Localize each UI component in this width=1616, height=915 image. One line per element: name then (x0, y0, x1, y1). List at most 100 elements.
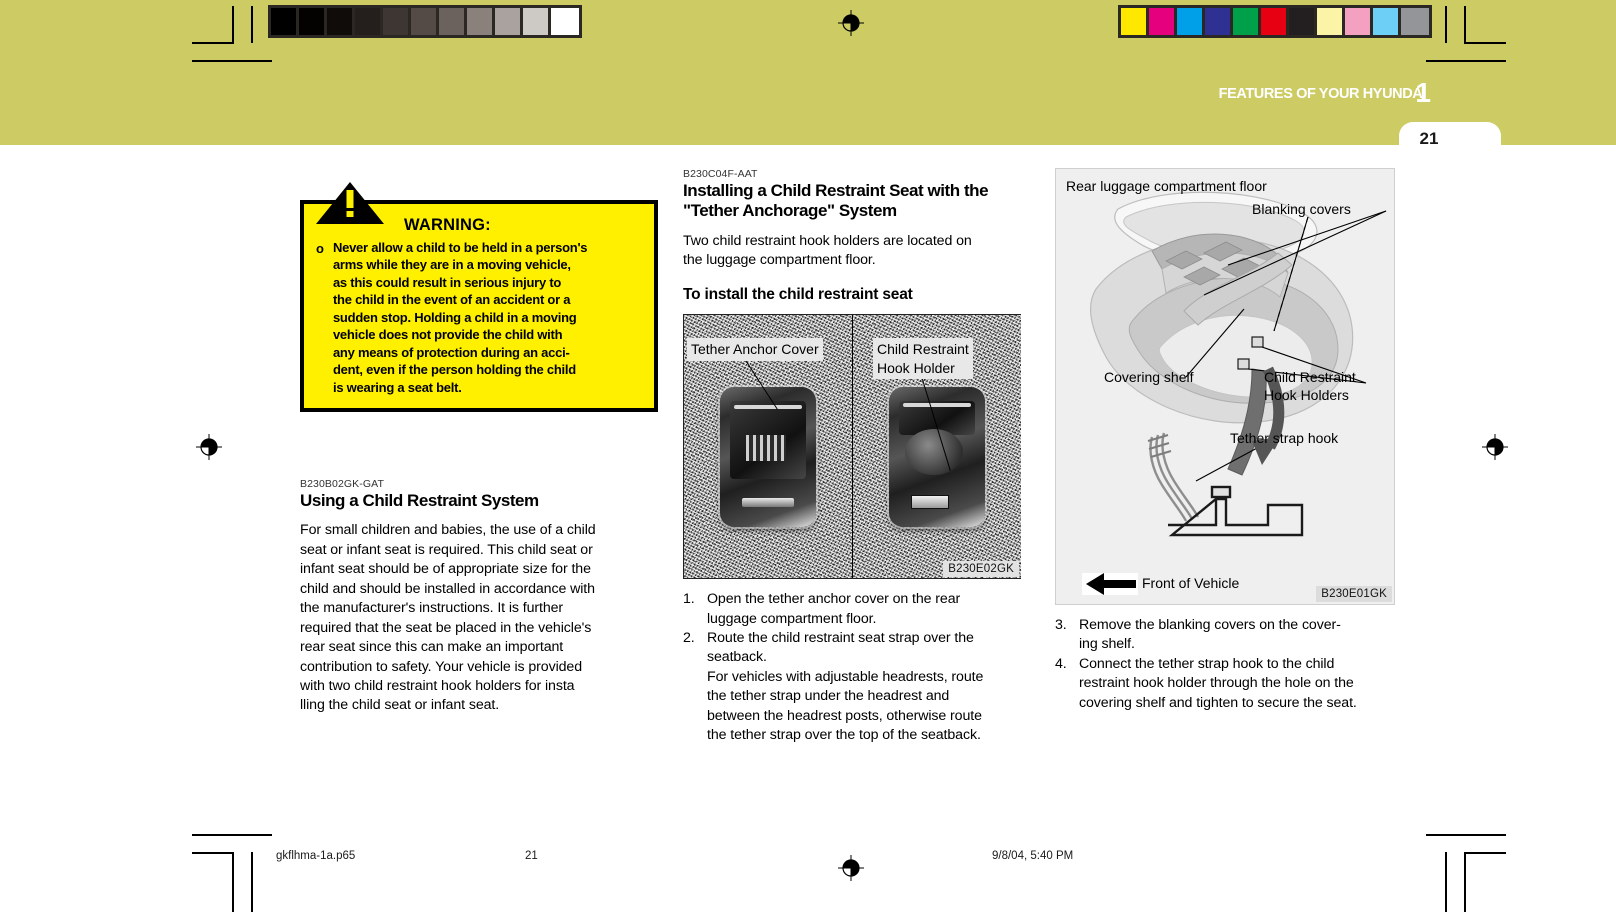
warning-line-7: any means of protection during an acci- (332, 344, 570, 360)
left-para-line-3: infant seat should be of appropriate siz… (300, 561, 591, 578)
calibration-swatch-0 (1121, 8, 1149, 35)
calibration-swatch-2 (1177, 8, 1205, 35)
right-column: Rear luggage compartment floor Blanking … (1055, 168, 1395, 713)
figure-code-b230e01gk: B230E01GK (1316, 586, 1392, 602)
photo-label-tether-anchor-cover: Tether Anchor Cover (687, 338, 823, 361)
left-para-line-8: contribution to safety. Your vehicle is … (300, 658, 583, 675)
art-label-blanking-covers: Blanking covers (1252, 201, 1351, 217)
figure-code-b230e02gk: B230E02GK (943, 561, 1019, 578)
step-item-1: 1. Open the tether anchor cover on the r… (683, 590, 1021, 629)
middle-heading-line-2: "Tether Anchorage" System (683, 201, 897, 221)
crop-mark-br-v2 (1445, 852, 1447, 912)
step-number-1: 1. (683, 591, 695, 608)
calibration-swatch-0 (271, 8, 299, 35)
photo-label-hook-holder-line-1: Child Restraint (877, 341, 969, 358)
art-label-hook-holders: Child Restraint Hook Holders (1264, 368, 1356, 404)
crop-mark-tl-v2 (251, 6, 253, 43)
grayscale-calibration-bar (268, 5, 582, 38)
calibration-swatch-5 (411, 8, 439, 35)
crop-mark-bl-h (192, 852, 234, 854)
step-number-2: 2. (683, 629, 695, 646)
warning-triangle-icon (316, 182, 384, 224)
page-tab-number: 21 (1419, 129, 1439, 148)
calibration-swatch-9 (523, 8, 551, 35)
left-para-line-10: lling the child seat or infant seat. (300, 697, 500, 714)
step-1-line-1: Open the tether anchor cover on the rear (707, 591, 961, 608)
calibration-swatch-10 (1401, 8, 1429, 35)
crop-mark-bl-v2 (251, 852, 253, 912)
luggage-compartment-diagram: Rear luggage compartment floor Blanking … (1055, 168, 1395, 605)
registration-mark-bottom (838, 855, 864, 881)
step-3-line-2: ing shelf. (1079, 636, 1135, 653)
calibration-swatch-7 (467, 8, 495, 35)
warning-line-3: as this could result in serious injury t… (332, 274, 562, 290)
color-calibration-bar (1118, 5, 1432, 38)
step-4-line-1: Connect the tether strap hook to the chi… (1079, 655, 1335, 672)
registration-mark-right (1482, 434, 1508, 460)
step-text-4: Connect the tether strap hook to the chi… (1079, 655, 1395, 713)
calibration-swatch-7 (1317, 8, 1345, 35)
warning-bullet: o (316, 241, 324, 256)
page-title: FEATURES OF YOUR HYUNDAI (1218, 86, 1427, 102)
hook-holder-plate (889, 387, 985, 528)
registration-mark-top (838, 10, 864, 36)
art-label-tether-strap-hook: Tether strap hook (1230, 430, 1339, 446)
tether-anchor-cover-plate (720, 387, 816, 528)
crop-mark-tl-h2 (192, 60, 272, 62)
step-4-line-2: restraint hook holder through the hole o… (1079, 675, 1354, 692)
step-2-line-4: the tether strap under the headrest and (707, 688, 950, 705)
calibration-swatch-8 (1345, 8, 1373, 35)
crop-mark-br-h2 (1426, 834, 1506, 836)
left-para-line-1: For small children and babies, the use o… (300, 522, 596, 539)
crop-mark-tr-h (1464, 42, 1506, 44)
left-para-line-2: seat or infant seat is required. This ch… (300, 541, 593, 558)
step-2-line-2: seatback. (707, 649, 767, 666)
step-number-3: 3. (1055, 617, 1067, 633)
calibration-swatch-9 (1373, 8, 1401, 35)
middle-intro-paragraph: Two child restraint hook holders are loc… (683, 232, 1021, 271)
crop-mark-tl-h (192, 42, 234, 44)
art-label-rear-luggage-floor: Rear luggage compartment floor (1066, 178, 1267, 194)
calibration-swatch-6 (439, 8, 467, 35)
footer-filename: gkflhma-1a.p65 (276, 850, 356, 862)
calibration-swatch-3 (355, 8, 383, 35)
tether-anchor-photo-figure: Tether Anchor Cover Child Restraint Hook… (683, 314, 1021, 580)
calibration-swatch-2 (327, 8, 355, 35)
calibration-swatch-8 (495, 8, 523, 35)
middle-section-code: B230C04F-AAT (683, 168, 758, 180)
calibration-swatch-4 (1233, 8, 1261, 35)
photo-label-hook-holder: Child Restraint Hook Holder (873, 338, 973, 379)
crop-mark-bl-h2 (192, 834, 272, 836)
warning-line-5: sudden stop. Holding a child in a moving (332, 309, 577, 325)
middle-intro-line-1: Two child restraint hook holders are loc… (683, 232, 972, 249)
crop-mark-br-h (1464, 852, 1506, 854)
step-text-3: Remove the blanking covers on the cover-… (1079, 616, 1395, 655)
step-2-line-6: the tether strap over the top of the sea… (707, 727, 981, 744)
calibration-swatch-1 (299, 8, 327, 35)
left-section-paragraph: For small children and babies, the use o… (300, 521, 660, 716)
left-para-line-4: child and should be installed in accorda… (300, 580, 595, 597)
step-text-1: Open the tether anchor cover on the rear… (707, 590, 1021, 629)
left-arrow-icon (1082, 573, 1138, 595)
middle-intro-line-2: the luggage compartment floor. (683, 252, 876, 269)
photo-divider (852, 315, 853, 579)
step-1-line-2: luggage compartment floor. (707, 610, 877, 627)
step-2-line-3: For vehicles with adjustable headrests, … (707, 668, 984, 685)
warning-line-1: Never allow a child to be held in a pers… (332, 240, 588, 255)
calibration-swatch-6 (1289, 8, 1317, 35)
calibration-swatch-5 (1261, 8, 1289, 35)
middle-subheading: To install the child restraint seat (683, 285, 913, 303)
middle-column: B230C04F-AAT Installing a Child Restrain… (683, 168, 1021, 746)
footer-page-number: 21 (525, 850, 538, 862)
crop-mark-tr-h2 (1426, 60, 1506, 62)
left-para-line-5: the manufacturer's instructions. It is f… (300, 600, 564, 617)
middle-section-heading: Installing a Child Restraint Seat with t… (683, 181, 1021, 222)
calibration-swatch-10 (551, 8, 579, 35)
step-4-line-3: covering shelf and tighten to secure the… (1079, 694, 1357, 711)
calibration-swatch-4 (383, 8, 411, 35)
step-3-line-1: Remove the blanking covers on the cover- (1079, 617, 1341, 633)
warning-text: Never allow a child to be held in a pers… (332, 239, 588, 396)
left-para-line-6: required that the seat be placed in the … (300, 619, 592, 636)
warning-line-4: the child in the event of an accident or… (332, 292, 571, 308)
art-label-covering-shelf: Covering shelf (1104, 369, 1194, 385)
